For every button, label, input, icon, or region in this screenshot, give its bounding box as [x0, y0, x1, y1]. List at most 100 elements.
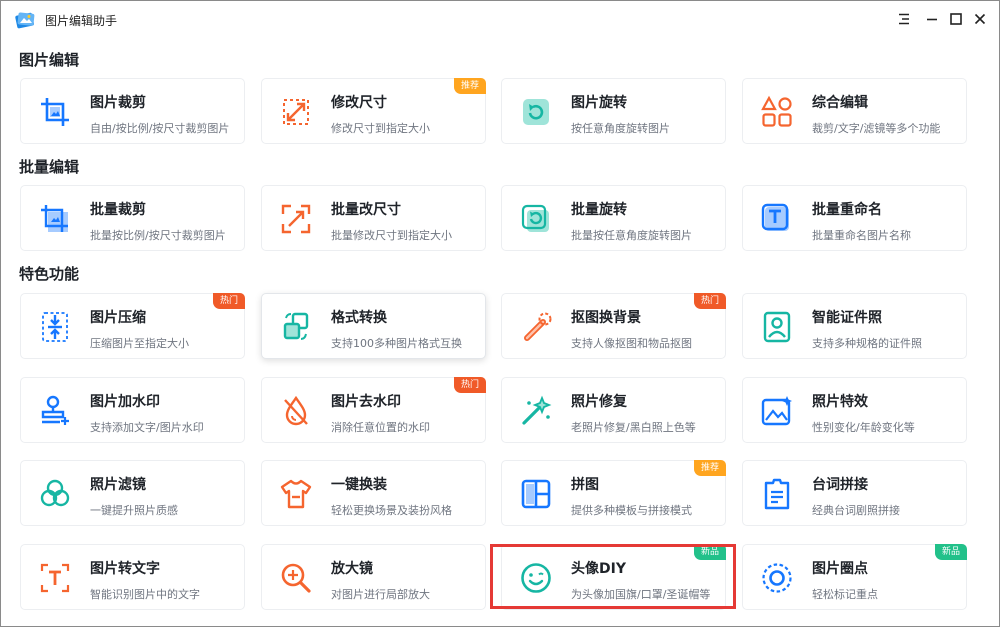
feature-card-magic-wand[interactable]: 照片修复 老照片修复/黑白照上色等 — [501, 377, 726, 443]
feature-card-subtitle[interactable]: 台词拼接经典台词剧照拼接 — [742, 460, 967, 526]
cutout-icon — [519, 310, 553, 344]
minimize-icon[interactable] — [923, 10, 941, 28]
badge: 热门 — [693, 293, 726, 309]
feature-card-title: 头像DIY — [571, 561, 626, 577]
feature-card-rename[interactable]: 批量重命名批量重命名图片名称 — [742, 185, 967, 251]
rotate-icon — [519, 95, 553, 129]
maximize-icon[interactable] — [947, 10, 965, 28]
badge: 热门 — [212, 293, 245, 309]
feature-card-rotate[interactable]: 图片旋转按任意角度旋转图片 — [501, 78, 726, 144]
feature-card-filter[interactable]: 照片滤镜一键提升照片质感 — [20, 460, 245, 526]
badge: 新品 — [693, 544, 726, 560]
close-icon[interactable] — [971, 10, 989, 28]
id-photo-icon — [760, 310, 794, 344]
feature-card-desc: 轻松更换场景及装扮风格 — [331, 504, 452, 517]
feature-card-compress[interactable]: 图片压缩压缩图片至指定大小 热门 — [20, 293, 245, 359]
feature-card-batch-crop[interactable]: 批量裁剪批量按比例/按尺寸裁剪图片 — [20, 185, 245, 251]
batch-crop-icon — [38, 202, 72, 236]
feature-card-desc: 支持添加文字/图片水印 — [90, 421, 204, 434]
feature-card-title: 照片滤镜 — [90, 477, 146, 493]
feature-card-desc: 智能识别图片中的文字 — [90, 588, 200, 601]
menu-icon[interactable] — [895, 10, 913, 28]
badge: 推荐 — [453, 78, 486, 94]
feature-card-title: 图片加水印 — [90, 394, 160, 410]
feature-card-title: 照片特效 — [812, 394, 868, 410]
app-title: 图片编辑助手 — [45, 14, 118, 28]
feature-card-batch-rotate[interactable]: 批量旋转批量按任意角度旋转图片 — [501, 185, 726, 251]
rename-icon — [760, 202, 794, 236]
feature-card-title: 图片圈点 — [812, 561, 868, 577]
feature-card-desc: 一键提升照片质感 — [90, 504, 178, 517]
feature-card-desc: 消除任意位置的水印 — [331, 421, 430, 434]
remove-watermark-icon — [279, 394, 313, 428]
feature-card-remove-watermark[interactable]: 图片去水印 消除任意位置的水印 热门 — [261, 377, 486, 443]
feature-card-title: 格式转换 — [331, 310, 387, 326]
feature-card-magnifier[interactable]: 放大镜 对图片进行局部放大 — [261, 544, 486, 610]
magnifier-icon — [279, 561, 313, 595]
feature-card-desc: 对图片进行局部放大 — [331, 588, 430, 601]
feature-card-desc: 支持多种规格的证件照 — [812, 337, 922, 350]
feature-card-title: 图片裁剪 — [90, 95, 146, 111]
feature-card-title: 批量改尺寸 — [331, 202, 401, 218]
feature-card-desc: 批量修改尺寸到指定大小 — [331, 229, 452, 242]
convert-icon — [279, 310, 313, 344]
feature-card-title: 图片压缩 — [90, 310, 146, 326]
subtitle-icon — [760, 477, 794, 511]
feature-card-desc: 提供多种模板与拼接模式 — [571, 504, 692, 517]
feature-card-title: 拼图 — [571, 477, 599, 493]
feature-card-title: 批量重命名 — [812, 202, 882, 218]
effects-icon — [760, 394, 794, 428]
feature-card-desc: 批量重命名图片名称 — [812, 229, 911, 242]
feature-card-desc: 支持人像抠图和物品抠图 — [571, 337, 692, 350]
compress-icon — [38, 310, 72, 344]
filter-icon — [38, 477, 72, 511]
feature-card-convert[interactable]: 格式转换支持100多种图片格式互换 — [261, 293, 486, 359]
feature-card-desc: 修改尺寸到指定大小 — [331, 122, 430, 135]
feature-card-title: 台词拼接 — [812, 477, 868, 493]
feature-card-collage[interactable]: 拼图提供多种模板与拼接模式 推荐 — [501, 460, 726, 526]
title-bar[interactable]: 图片编辑助手 — [1, 1, 999, 37]
feature-card-title: 图片去水印 — [331, 394, 401, 410]
feature-card-effects[interactable]: 照片特效性别变化/年龄变化等 — [742, 377, 967, 443]
feature-card-title: 图片旋转 — [571, 95, 627, 111]
feature-card-resize[interactable]: 修改尺寸 修改尺寸到指定大小 推荐 — [261, 78, 486, 144]
feature-card-circle-mark[interactable]: 图片圈点 轻松标记重点 新品 — [742, 544, 967, 610]
stamp-icon — [38, 394, 72, 428]
circle-mark-icon — [760, 561, 794, 595]
resize-icon — [279, 95, 313, 129]
feature-card-desc: 批量按比例/按尺寸裁剪图片 — [90, 229, 226, 242]
feature-card-id-photo[interactable]: 智能证件照支持多种规格的证件照 — [742, 293, 967, 359]
feature-card-stamp[interactable]: 图片加水印支持添加文字/图片水印 — [20, 377, 245, 443]
crop-icon — [38, 95, 72, 129]
magic-wand-icon — [519, 394, 553, 428]
feature-card-title: 批量旋转 — [571, 202, 627, 218]
feature-card-desc: 性别变化/年龄变化等 — [812, 421, 915, 434]
batch-rotate-icon — [519, 202, 553, 236]
feature-card-desc: 经典台词剧照拼接 — [812, 504, 900, 517]
shapes-icon — [760, 95, 794, 129]
batch-resize-icon — [279, 202, 313, 236]
feature-card-desc: 为头像加国旗/口罩/圣诞帽等 — [571, 588, 711, 601]
feature-card-desc: 轻松标记重点 — [812, 588, 878, 601]
section-title-features: 特色功能 — [19, 265, 80, 283]
feature-card-desc: 批量按任意角度旋转图片 — [571, 229, 692, 242]
feature-card-desc: 按任意角度旋转图片 — [571, 122, 670, 135]
feature-card-title: 抠图换背景 — [571, 310, 641, 326]
feature-card-shirt[interactable]: 一键换装 轻松更换场景及装扮风格 — [261, 460, 486, 526]
feature-card-desc: 老照片修复/黑白照上色等 — [571, 421, 696, 434]
feature-card-batch-resize[interactable]: 批量改尺寸批量修改尺寸到指定大小 — [261, 185, 486, 251]
feature-card-title: 批量裁剪 — [90, 202, 146, 218]
feature-card-crop[interactable]: 图片裁剪 自由/按比例/按尺寸裁剪图片 — [20, 78, 245, 144]
feature-card-title: 智能证件照 — [812, 310, 882, 326]
ocr-icon — [38, 561, 72, 595]
feature-card-desc: 压缩图片至指定大小 — [90, 337, 189, 350]
feature-card-desc: 支持100多种图片格式互换 — [331, 337, 462, 350]
app-logo-icon — [13, 9, 37, 29]
feature-card-smiley[interactable]: 头像DIY 为头像加国旗/口罩/圣诞帽等 新品 — [501, 544, 726, 610]
feature-card-ocr[interactable]: 图片转文字智能识别图片中的文字 — [20, 544, 245, 610]
section-title-batch-edit: 批量编辑 — [19, 158, 80, 176]
feature-card-title: 图片转文字 — [90, 561, 160, 577]
feature-card-shapes[interactable]: 综合编辑 裁剪/文字/滤镜等多个功能 — [742, 78, 967, 144]
badge: 推荐 — [693, 460, 726, 476]
feature-card-cutout[interactable]: 抠图换背景支持人像抠图和物品抠图 热门 — [501, 293, 726, 359]
